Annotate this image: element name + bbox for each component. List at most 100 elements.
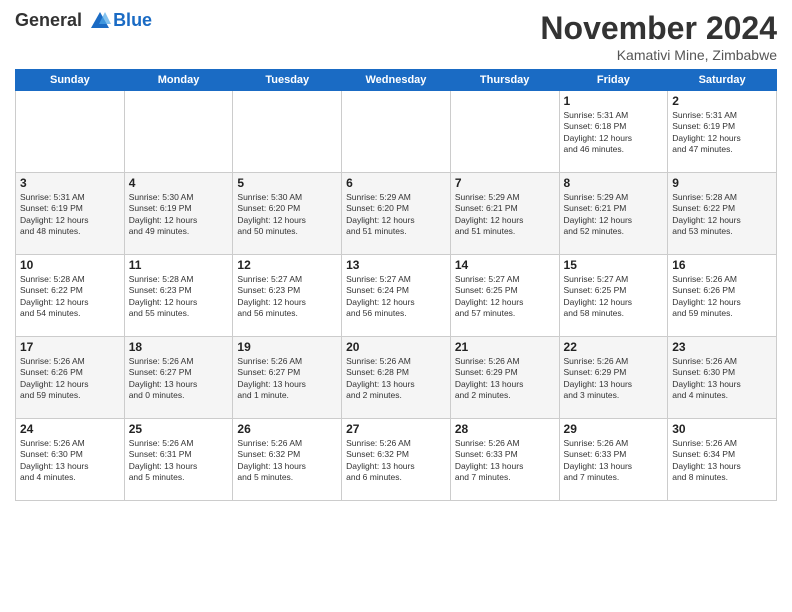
day-cell: 14 Sunrise: 5:27 AM Sunset: 6:25 PM Dayli…: [450, 255, 559, 337]
day-cell: 23 Sunrise: 5:26 AM Sunset: 6:30 PM Dayli…: [668, 337, 777, 419]
day-cell: 29 Sunrise: 5:26 AM Sunset: 6:33 PM Dayli…: [559, 419, 668, 501]
day-cell: 8 Sunrise: 5:29 AM Sunset: 6:21 PM Daylig…: [559, 173, 668, 255]
day-cell: 12Sunrise: 5:27 AM Sunset: 6:23 PM Dayli…: [233, 255, 342, 337]
col-monday: Monday: [124, 70, 233, 91]
day-info: Sunrise: 5:27 AM Sunset: 6:23 PM Dayligh…: [237, 274, 337, 320]
day-number: 27: [346, 422, 446, 436]
day-cell: 13 Sunrise: 5:27 AM Sunset: 6:24 PM Dayli…: [342, 255, 451, 337]
header-row: Sunday Monday Tuesday Wednesday Thursday…: [16, 70, 777, 91]
col-sunday: Sunday: [16, 70, 125, 91]
day-info: Sunrise: 5:28 AM Sunset: 6:22 PM Dayligh…: [672, 192, 772, 238]
day-number: 2: [672, 94, 772, 108]
day-cell: 20Sunrise: 5:26 AM Sunset: 6:28 PM Dayli…: [342, 337, 451, 419]
day-number: 18: [129, 340, 229, 354]
day-number: 25: [129, 422, 229, 436]
month-title: November 2024: [540, 10, 777, 47]
day-cell: 18 Sunrise: 5:26 AM Sunset: 6:27 PM Dayli…: [124, 337, 233, 419]
day-cell: 9 Sunrise: 5:28 AM Sunset: 6:22 PM Daylig…: [668, 173, 777, 255]
col-thursday: Thursday: [450, 70, 559, 91]
day-info: Sunrise: 5:26 AM Sunset: 6:32 PM Dayligh…: [237, 438, 337, 484]
day-info: Sunrise: 5:31 AM Sunset: 6:18 PM Dayligh…: [564, 110, 664, 156]
day-number: 14: [455, 258, 555, 272]
week-row-4: 17Sunrise: 5:26 AM Sunset: 6:26 PM Dayli…: [16, 337, 777, 419]
day-cell: 4Sunrise: 5:30 AM Sunset: 6:19 PM Daylig…: [124, 173, 233, 255]
day-info: Sunrise: 5:26 AM Sunset: 6:31 PM Dayligh…: [129, 438, 229, 484]
logo-blue: Blue: [113, 11, 152, 31]
page-container: General Blue November 2024 Kamativi Mine…: [0, 0, 792, 511]
day-number: 13: [346, 258, 446, 272]
day-info: Sunrise: 5:26 AM Sunset: 6:30 PM Dayligh…: [20, 438, 120, 484]
day-cell: [450, 91, 559, 173]
day-cell: 16Sunrise: 5:26 AM Sunset: 6:26 PM Dayli…: [668, 255, 777, 337]
day-number: 17: [20, 340, 120, 354]
day-number: 15: [564, 258, 664, 272]
day-number: 8: [564, 176, 664, 190]
day-cell: 19 Sunrise: 5:26 AM Sunset: 6:27 PM Dayli…: [233, 337, 342, 419]
day-number: 24: [20, 422, 120, 436]
day-info: Sunrise: 5:31 AM Sunset: 6:19 PM Dayligh…: [672, 110, 772, 156]
day-number: 16: [672, 258, 772, 272]
day-cell: 3 Sunrise: 5:31 AM Sunset: 6:19 PM Daylig…: [16, 173, 125, 255]
day-info: Sunrise: 5:26 AM Sunset: 6:28 PM Dayligh…: [346, 356, 446, 402]
logo-general: General: [15, 10, 82, 30]
day-cell: [16, 91, 125, 173]
title-block: November 2024 Kamativi Mine, Zimbabwe: [540, 10, 777, 63]
day-cell: 22Sunrise: 5:26 AM Sunset: 6:29 PM Dayli…: [559, 337, 668, 419]
day-info: Sunrise: 5:29 AM Sunset: 6:21 PM Dayligh…: [564, 192, 664, 238]
col-friday: Friday: [559, 70, 668, 91]
day-cell: [233, 91, 342, 173]
day-number: 7: [455, 176, 555, 190]
day-cell: 7 Sunrise: 5:29 AM Sunset: 6:21 PM Daylig…: [450, 173, 559, 255]
day-cell: 24 Sunrise: 5:26 AM Sunset: 6:30 PM Dayli…: [16, 419, 125, 501]
day-cell: 26 Sunrise: 5:26 AM Sunset: 6:32 PM Dayli…: [233, 419, 342, 501]
day-number: 21: [455, 340, 555, 354]
day-number: 23: [672, 340, 772, 354]
day-number: 9: [672, 176, 772, 190]
day-info: Sunrise: 5:26 AM Sunset: 6:27 PM Dayligh…: [129, 356, 229, 402]
week-row-1: 1 Sunrise: 5:31 AM Sunset: 6:18 PM Daylig…: [16, 91, 777, 173]
col-wednesday: Wednesday: [342, 70, 451, 91]
day-info: Sunrise: 5:26 AM Sunset: 6:34 PM Dayligh…: [672, 438, 772, 484]
day-cell: 5 Sunrise: 5:30 AM Sunset: 6:20 PM Daylig…: [233, 173, 342, 255]
day-number: 28: [455, 422, 555, 436]
logo: General Blue: [15, 10, 152, 32]
location: Kamativi Mine, Zimbabwe: [540, 47, 777, 63]
day-number: 22: [564, 340, 664, 354]
day-info: Sunrise: 5:26 AM Sunset: 6:27 PM Dayligh…: [237, 356, 337, 402]
day-cell: 21 Sunrise: 5:26 AM Sunset: 6:29 PM Dayli…: [450, 337, 559, 419]
day-info: Sunrise: 5:27 AM Sunset: 6:25 PM Dayligh…: [564, 274, 664, 320]
week-row-5: 24 Sunrise: 5:26 AM Sunset: 6:30 PM Dayli…: [16, 419, 777, 501]
day-info: Sunrise: 5:26 AM Sunset: 6:33 PM Dayligh…: [455, 438, 555, 484]
day-info: Sunrise: 5:27 AM Sunset: 6:24 PM Dayligh…: [346, 274, 446, 320]
day-info: Sunrise: 5:26 AM Sunset: 6:30 PM Dayligh…: [672, 356, 772, 402]
day-info: Sunrise: 5:26 AM Sunset: 6:33 PM Dayligh…: [564, 438, 664, 484]
day-number: 5: [237, 176, 337, 190]
day-cell: [124, 91, 233, 173]
day-number: 1: [564, 94, 664, 108]
day-info: Sunrise: 5:30 AM Sunset: 6:20 PM Dayligh…: [237, 192, 337, 238]
day-cell: 25 Sunrise: 5:26 AM Sunset: 6:31 PM Dayli…: [124, 419, 233, 501]
day-cell: 28 Sunrise: 5:26 AM Sunset: 6:33 PM Dayli…: [450, 419, 559, 501]
day-number: 3: [20, 176, 120, 190]
day-cell: 1 Sunrise: 5:31 AM Sunset: 6:18 PM Daylig…: [559, 91, 668, 173]
day-number: 10: [20, 258, 120, 272]
day-number: 26: [237, 422, 337, 436]
day-cell: 27 Sunrise: 5:26 AM Sunset: 6:32 PM Dayli…: [342, 419, 451, 501]
day-cell: [342, 91, 451, 173]
day-number: 19: [237, 340, 337, 354]
day-info: Sunrise: 5:29 AM Sunset: 6:21 PM Dayligh…: [455, 192, 555, 238]
day-info: Sunrise: 5:28 AM Sunset: 6:23 PM Dayligh…: [129, 274, 229, 320]
day-cell: 15 Sunrise: 5:27 AM Sunset: 6:25 PM Dayli…: [559, 255, 668, 337]
day-info: Sunrise: 5:26 AM Sunset: 6:29 PM Dayligh…: [455, 356, 555, 402]
day-cell: 17Sunrise: 5:26 AM Sunset: 6:26 PM Dayli…: [16, 337, 125, 419]
day-number: 29: [564, 422, 664, 436]
day-number: 11: [129, 258, 229, 272]
day-cell: 11 Sunrise: 5:28 AM Sunset: 6:23 PM Dayli…: [124, 255, 233, 337]
day-info: Sunrise: 5:30 AM Sunset: 6:19 PM Dayligh…: [129, 192, 229, 238]
day-info: Sunrise: 5:26 AM Sunset: 6:32 PM Dayligh…: [346, 438, 446, 484]
week-row-3: 10Sunrise: 5:28 AM Sunset: 6:22 PM Dayli…: [16, 255, 777, 337]
day-cell: 6Sunrise: 5:29 AM Sunset: 6:20 PM Daylig…: [342, 173, 451, 255]
day-info: Sunrise: 5:31 AM Sunset: 6:19 PM Dayligh…: [20, 192, 120, 238]
day-info: Sunrise: 5:27 AM Sunset: 6:25 PM Dayligh…: [455, 274, 555, 320]
day-cell: 2 Sunrise: 5:31 AM Sunset: 6:19 PM Daylig…: [668, 91, 777, 173]
